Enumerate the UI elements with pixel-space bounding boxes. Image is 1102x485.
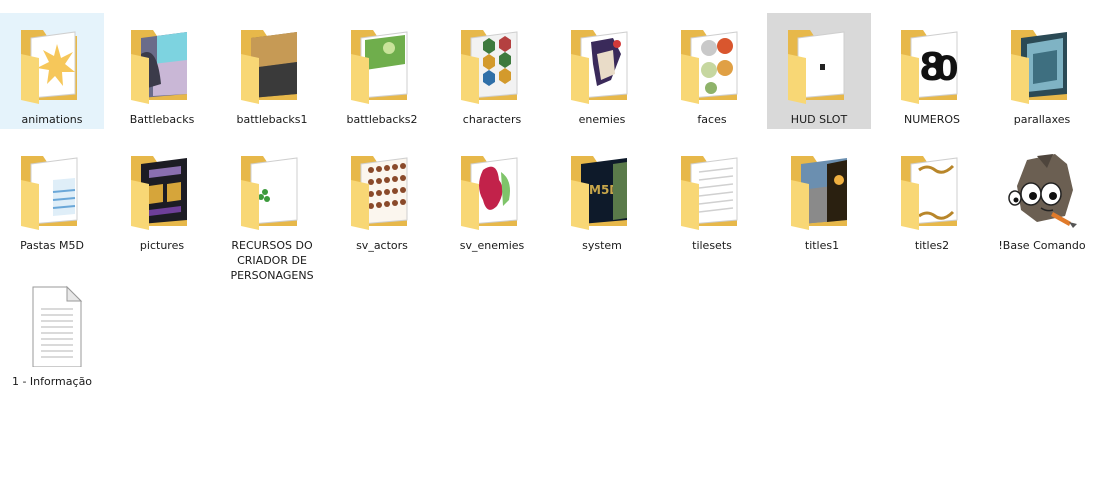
folder-icon — [127, 150, 199, 232]
folder-icon — [457, 150, 529, 232]
folder-label: battlebacks1 — [236, 113, 308, 126]
folder-icon — [347, 24, 419, 106]
folder-icon — [237, 24, 309, 106]
folder-icon — [677, 24, 749, 106]
folder-icon: 8 0 — [897, 24, 969, 106]
folder-label: faces — [697, 113, 727, 126]
folder-label: parallaxes — [1013, 113, 1071, 126]
folder-label: Pastas M5D — [20, 239, 84, 252]
folder-numeros[interactable]: 8 0 NUMEROS — [880, 13, 984, 129]
folder-icon — [17, 150, 89, 232]
folder-label: sv_enemies — [459, 239, 525, 252]
folder-label: characters — [462, 113, 522, 126]
folder-label: system — [582, 239, 622, 252]
folder-label: sv_actors — [356, 239, 408, 252]
folder-label: titles2 — [914, 239, 950, 252]
folder-label: NUMEROS — [903, 113, 960, 126]
folder-faces[interactable]: faces — [660, 13, 764, 129]
folder-icon — [897, 150, 969, 232]
folder-icon — [17, 24, 89, 106]
folder-icon — [347, 150, 419, 232]
folder-label: enemies — [578, 113, 626, 126]
folder-sv-enemies[interactable]: sv_enemies — [440, 139, 544, 279]
folder-label: titles1 — [804, 239, 840, 252]
folder-icon — [457, 24, 529, 106]
folder-label: battlebacks2 — [346, 113, 418, 126]
file-explorer-view: animations Battlebacks battlebacks1 batt… — [0, 0, 1102, 485]
folder-battlebacks1[interactable]: battlebacks1 — [220, 13, 324, 129]
folder-animations[interactable]: animations — [0, 13, 104, 129]
folder-tilesets[interactable]: tilesets — [660, 139, 764, 279]
folder-system[interactable]: M5D system — [550, 139, 654, 279]
folder-icon — [127, 24, 199, 106]
svg-text:0: 0 — [935, 49, 959, 89]
folder-label: pictures — [139, 239, 185, 252]
text-file-icon — [17, 285, 89, 367]
folder-icon — [1007, 24, 1079, 106]
folder-battlebacks[interactable]: Battlebacks — [110, 13, 214, 129]
folder-icon — [677, 150, 749, 232]
file-informacao[interactable]: 1 - Informação — [0, 284, 104, 394]
file-label: 1 - Informação — [11, 375, 93, 388]
folder-icon: M5D — [567, 150, 639, 232]
folder-battlebacks2[interactable]: battlebacks2 — [330, 13, 434, 129]
folder-icon — [237, 150, 309, 232]
folder-titles2[interactable]: titles2 — [880, 139, 984, 279]
folder-pastas-m5d[interactable]: Pastas M5D — [0, 139, 104, 279]
folder-parallaxes[interactable]: parallaxes — [990, 13, 1094, 129]
folder-enemies[interactable]: enemies — [550, 13, 654, 129]
folder-pictures[interactable]: pictures — [110, 139, 214, 279]
folder-label: RECURSOS DO CRIADOR DE PERSONAGENS — [230, 239, 314, 282]
folder-characters[interactable]: characters — [440, 13, 544, 129]
folder-icon — [787, 150, 859, 232]
folder-icon — [567, 24, 639, 106]
file-label: !Base Comando — [998, 239, 1086, 252]
file-base-comando[interactable]: !Base Comando — [990, 139, 1094, 279]
folder-label: tilesets — [692, 239, 732, 252]
folder-icon — [784, 24, 856, 106]
folder-sv-actors[interactable]: sv_actors — [330, 139, 434, 279]
gimp-app-icon — [1007, 150, 1079, 232]
folder-recursos-do-criador-de-personagens[interactable]: RECURSOS DO CRIADOR DE PERSONAGENS — [220, 139, 324, 282]
folder-label: animations — [21, 113, 83, 126]
folder-titles1[interactable]: titles1 — [770, 139, 874, 279]
folder-label: Battlebacks — [129, 113, 195, 126]
folder-hud-slot[interactable]: HUD SLOT — [767, 13, 871, 129]
folder-label: HUD SLOT — [790, 113, 848, 126]
